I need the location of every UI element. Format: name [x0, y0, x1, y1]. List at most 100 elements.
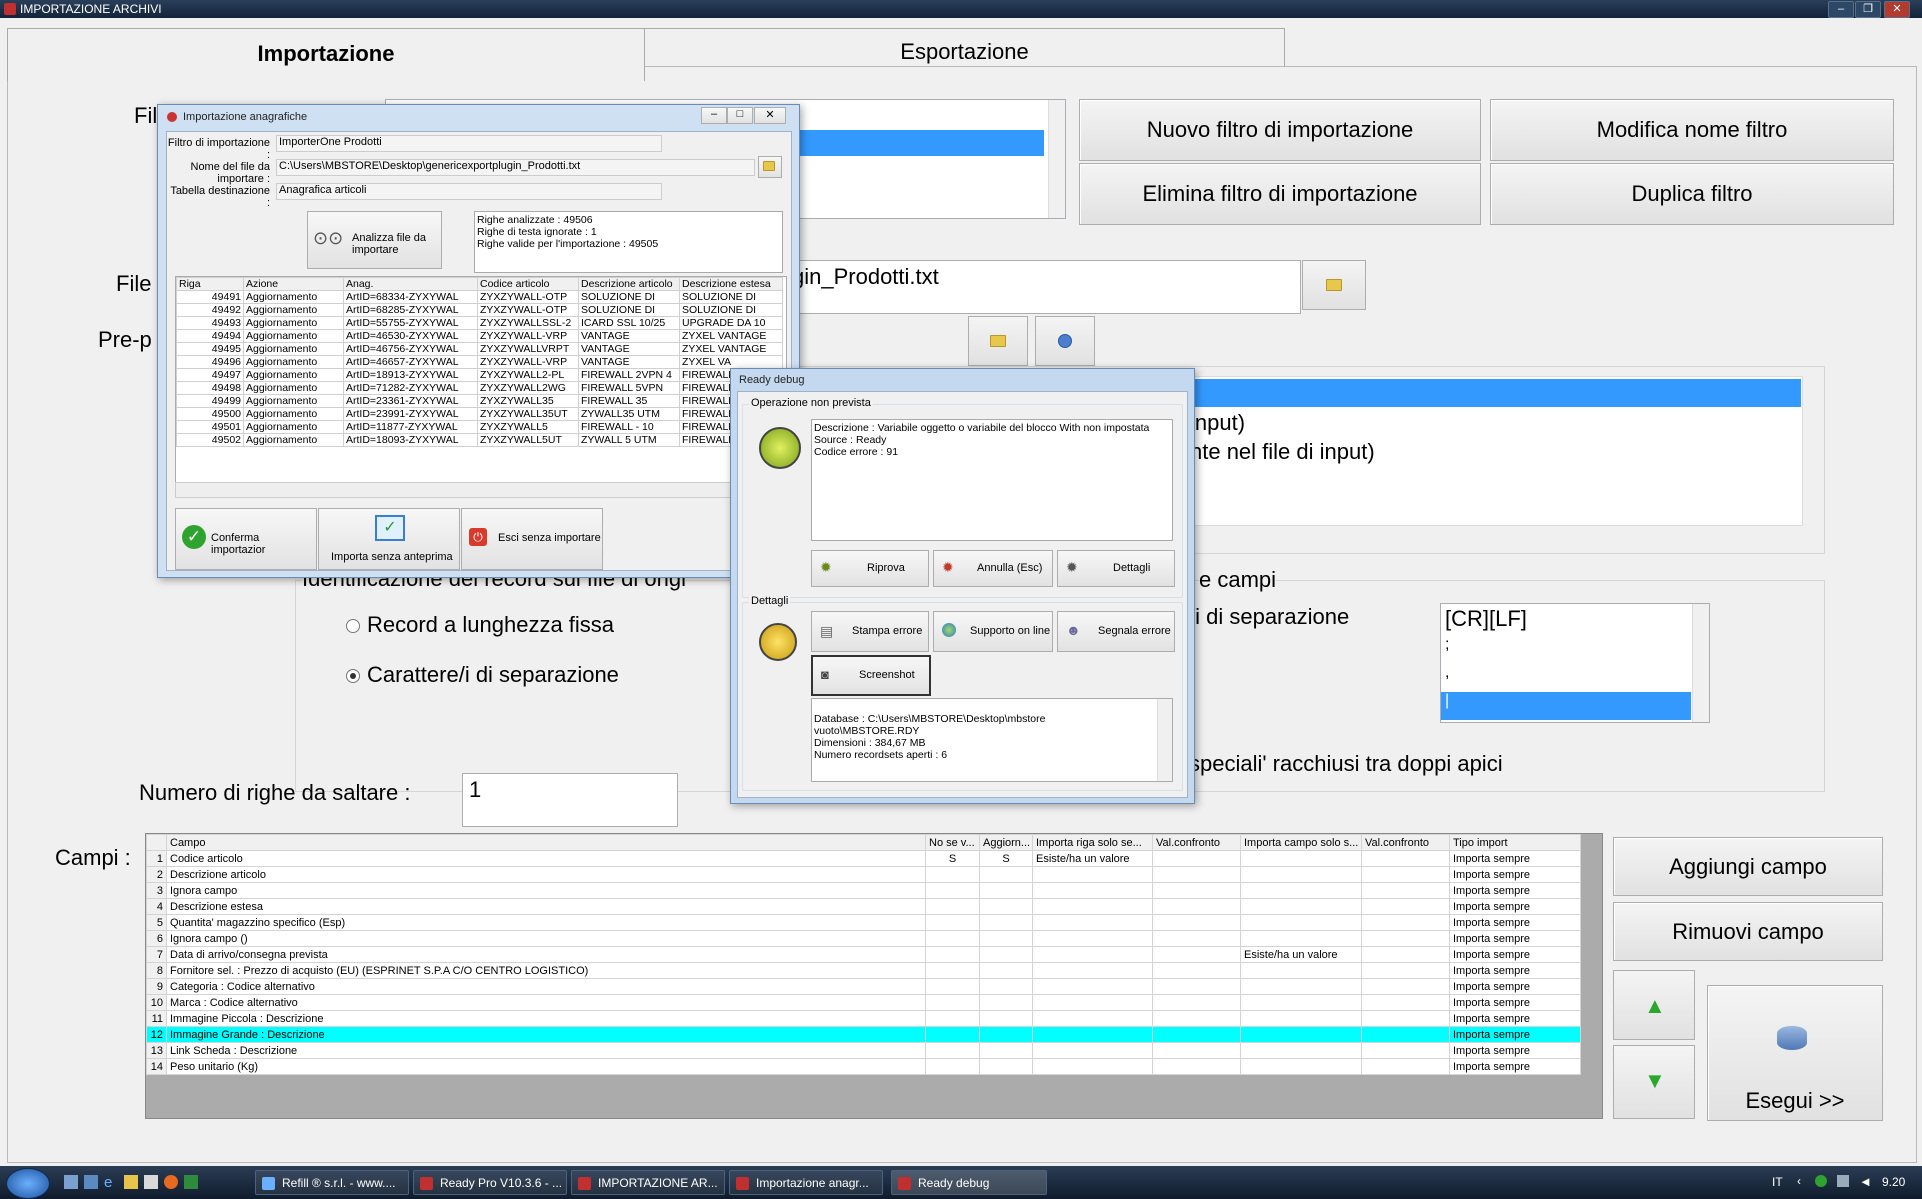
table-cell[interactable] [1361, 1058, 1450, 1075]
preview-row[interactable]: 49494 Aggiornamento ArtID=46530-ZYXYWAL ZYX… [176, 329, 783, 343]
table-cell[interactable] [925, 1042, 980, 1059]
preview-cell[interactable]: ZYWALL 5 UTM [578, 433, 680, 447]
table-cell[interactable] [1032, 866, 1153, 883]
preview-grid[interactable]: Riga Azione Anag. Codice articolo Descrizion… [175, 276, 787, 484]
table-cell[interactable]: Importa sempre [1449, 1026, 1581, 1043]
analyze-file-button[interactable]: ⊙⊙ Analizza file da importare [307, 211, 442, 269]
table-cell[interactable] [1032, 1026, 1153, 1043]
browse-file-button[interactable] [1302, 260, 1366, 310]
tray-app-icon[interactable] [1815, 1175, 1827, 1187]
preview-cell[interactable]: ArtID=68334-ZYXYWAL [343, 290, 478, 304]
preview-cell[interactable]: 49501 [176, 420, 244, 434]
preview-cell[interactable]: ZYWALL35 UTM [578, 407, 680, 421]
table-cell[interactable] [1152, 1026, 1241, 1043]
row-number[interactable]: 14 [146, 1058, 167, 1075]
preview-cell[interactable]: 49499 [176, 394, 244, 408]
row-number[interactable]: 7 [146, 946, 167, 963]
dialog-close-button[interactable]: ✕ [754, 107, 786, 124]
preview-cell[interactable]: FIREWALL 5VPN [578, 381, 680, 395]
preview-cell[interactable]: ArtID=46756-ZYXYWAL [343, 342, 478, 356]
preview-row[interactable]: 49501 Aggiornamento ArtID=11877-ZYXYWAL ZYX… [176, 420, 783, 434]
new-filter-button[interactable]: Nuovo filtro di importazione [1079, 99, 1481, 161]
preview-cell[interactable]: Aggiornamento [243, 342, 344, 356]
row-number[interactable]: 5 [146, 914, 167, 931]
table-cell[interactable] [1361, 994, 1450, 1011]
preview-column-header[interactable]: Anag. [343, 277, 478, 291]
table-cell[interactable]: Fornitore sel. : Prezzo di acquisto (EU)… [166, 962, 926, 979]
table-cell[interactable] [979, 1026, 1033, 1043]
preview-column-header[interactable]: Azione [243, 277, 344, 291]
preview-cell[interactable]: FIREWALL 2VPN 4 [578, 368, 680, 382]
table-cell[interactable]: Ignora campo [166, 882, 926, 899]
table-cell[interactable] [979, 946, 1033, 963]
import-no-preview-button[interactable]: ✓ Importa senza anteprima [318, 508, 460, 570]
preview-cell[interactable]: 49502 [176, 433, 244, 447]
preview-cell[interactable]: VANTAGE [578, 355, 680, 369]
dialog-browse-button[interactable] [758, 156, 782, 178]
preview-cell[interactable]: ZYXZYWALL-OTP [477, 303, 579, 317]
separator-item[interactable]: [CR][LF] [1445, 606, 1527, 632]
table-row[interactable]: 4 Descrizione estesa Importa sempre [146, 898, 1581, 915]
preview-row[interactable]: 49491 Aggiornamento ArtID=68334-ZYXYWAL ZYX… [176, 290, 783, 304]
row-number[interactable]: 9 [146, 978, 167, 995]
preview-cell[interactable]: ZYXZYWALL35UT [477, 407, 579, 421]
table-row[interactable]: 1 Codice articolo S S Esiste/ha un valore Imp… [146, 850, 1581, 867]
table-cell[interactable]: Descrizione estesa [166, 898, 926, 915]
taskbar-item-refill[interactable]: Refill ® s.r.l. - www.... [255, 1170, 409, 1195]
minimize-button[interactable]: – [1828, 1, 1854, 18]
filter-list-scrollbar[interactable] [1048, 100, 1065, 218]
media-icon[interactable] [124, 1175, 138, 1189]
table-cell[interactable]: Quantita' magazzino specifico (Esp) [166, 914, 926, 931]
options-list[interactable]: input) nte nel file di input) [1189, 376, 1803, 526]
table-row[interactable]: 6 Ignora campo () Importa sempre [146, 930, 1581, 947]
table-cell[interactable] [1152, 962, 1241, 979]
table-cell[interactable] [925, 914, 980, 931]
preview-cell[interactable]: SOLUZIONE DI [679, 303, 783, 317]
table-cell[interactable]: Marca : Codice alternativo [166, 994, 926, 1011]
table-cell[interactable] [925, 978, 980, 995]
table-cell[interactable] [979, 866, 1033, 883]
table-cell[interactable]: Importa sempre [1449, 914, 1581, 931]
preview-cell[interactable]: ArtID=71282-ZYXYWAL [343, 381, 478, 395]
options-list-item-selected[interactable] [1190, 379, 1801, 407]
preview-cell[interactable]: ArtID=55755-ZYXYWAL [343, 316, 478, 330]
table-cell[interactable] [1240, 1010, 1362, 1027]
column-header[interactable]: Campo [166, 834, 926, 851]
column-header[interactable]: Aggiorn... [979, 834, 1033, 851]
preview-cell[interactable]: Aggiornamento [243, 381, 344, 395]
report-error-button[interactable]: ☻ Segnala errore [1057, 611, 1175, 652]
table-cell[interactable]: Importa sempre [1449, 850, 1581, 867]
preview-cell[interactable]: SOLUZIONE DI [578, 290, 680, 304]
table-cell[interactable]: Esiste/ha un valore [1240, 946, 1362, 963]
preview-cell[interactable]: ArtID=11877-ZYXYWAL [343, 420, 478, 434]
options-list-item[interactable]: nte nel file di input) [1190, 439, 1375, 465]
preview-cell[interactable]: VANTAGE [578, 329, 680, 343]
table-cell[interactable] [1032, 930, 1153, 947]
excel-icon[interactable] [184, 1175, 198, 1189]
row-number[interactable]: 3 [146, 882, 167, 899]
preview-cell[interactable]: ArtID=46530-ZYXYWAL [343, 329, 478, 343]
row-number[interactable]: 13 [146, 1042, 167, 1059]
table-cell[interactable] [1032, 1058, 1153, 1075]
table-cell[interactable] [1032, 898, 1153, 915]
table-row[interactable]: 7 Data di arrivo/consegna prevista Esiste/… [146, 946, 1581, 963]
rename-filter-button[interactable]: Modifica nome filtro [1490, 99, 1894, 161]
row-number[interactable]: 4 [146, 898, 167, 915]
table-cell[interactable]: Immagine Grande : Descrizione [166, 1026, 926, 1043]
preview-cell[interactable]: Aggiornamento [243, 420, 344, 434]
preview-row[interactable]: 49500 Aggiornamento ArtID=23991-ZYXYWAL ZYX… [176, 407, 783, 421]
column-header[interactable]: Val.confronto [1152, 834, 1241, 851]
table-cell[interactable] [1361, 1010, 1450, 1027]
add-field-button[interactable]: Aggiungi campo [1613, 837, 1883, 896]
table-cell[interactable] [1240, 1026, 1362, 1043]
column-header[interactable]: No se v... [925, 834, 980, 851]
table-cell[interactable] [979, 1042, 1033, 1059]
delete-filter-button[interactable]: Elimina filtro di importazione [1079, 163, 1481, 225]
table-cell[interactable] [1152, 882, 1241, 899]
table-cell[interactable]: Importa sempre [1449, 978, 1581, 995]
table-cell[interactable]: Importa sempre [1449, 1010, 1581, 1027]
preview-cell[interactable]: 49497 [176, 368, 244, 382]
row-number[interactable]: 11 [146, 1010, 167, 1027]
skip-rows-field[interactable]: 1 [462, 773, 678, 827]
table-cell[interactable] [1240, 1042, 1362, 1059]
